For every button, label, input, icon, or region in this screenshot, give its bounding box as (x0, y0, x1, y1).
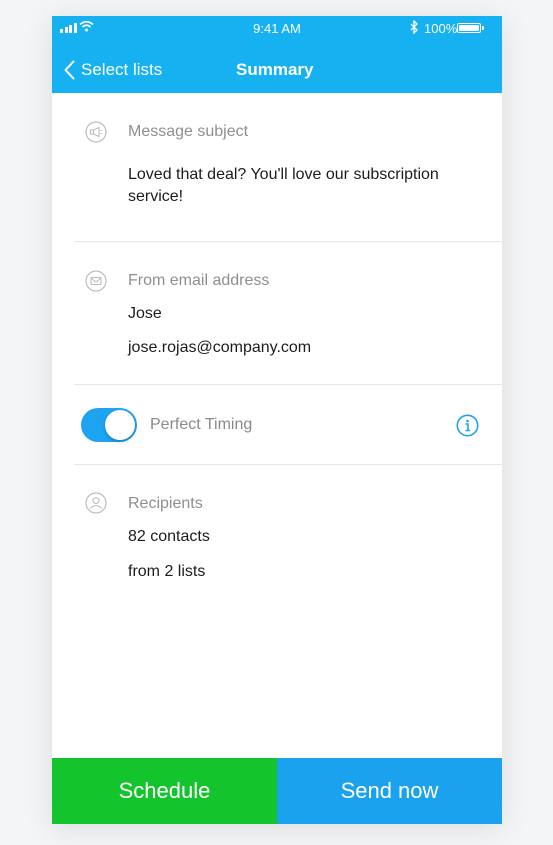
recipients-label: Recipients (128, 495, 203, 512)
battery-percent: 100% (424, 21, 458, 36)
page-title: Summary (236, 60, 314, 79)
megaphone-icon (85, 121, 107, 143)
phone-screen: 9:41 AM 100% Select lists Summary Messag… (52, 16, 502, 824)
send-now-button[interactable]: Send now (277, 758, 502, 824)
toggle-knob (105, 410, 135, 440)
from-label: From email address (128, 272, 270, 289)
subject-value: Loved that deal? You'll love our subscri… (128, 166, 439, 205)
back-label: Select lists (81, 60, 163, 79)
status-bar: 9:41 AM 100% (52, 16, 502, 38)
action-bar: Schedule Send now (52, 758, 502, 824)
recipients-source: from 2 lists (128, 563, 206, 580)
bluetooth-icon (410, 20, 418, 34)
divider (74, 384, 502, 385)
envelope-icon (85, 270, 107, 292)
divider (74, 464, 502, 465)
person-icon (85, 492, 107, 514)
back-button[interactable]: Select lists (64, 60, 162, 80)
perfect-timing-toggle[interactable] (81, 408, 137, 442)
recipients-count: 82 contacts (128, 528, 210, 545)
schedule-button[interactable]: Schedule (52, 758, 277, 824)
from-email: jose.rojas@company.com (128, 339, 312, 356)
battery-icon (457, 23, 484, 33)
info-icon[interactable] (456, 414, 479, 437)
subject-label: Message subject (128, 123, 249, 140)
header: 9:41 AM 100% Select lists Summary (52, 16, 502, 93)
from-name: Jose (128, 305, 162, 322)
chevron-left-icon (64, 60, 75, 80)
divider (74, 241, 502, 242)
perfect-timing-label: Perfect Timing (150, 416, 253, 433)
